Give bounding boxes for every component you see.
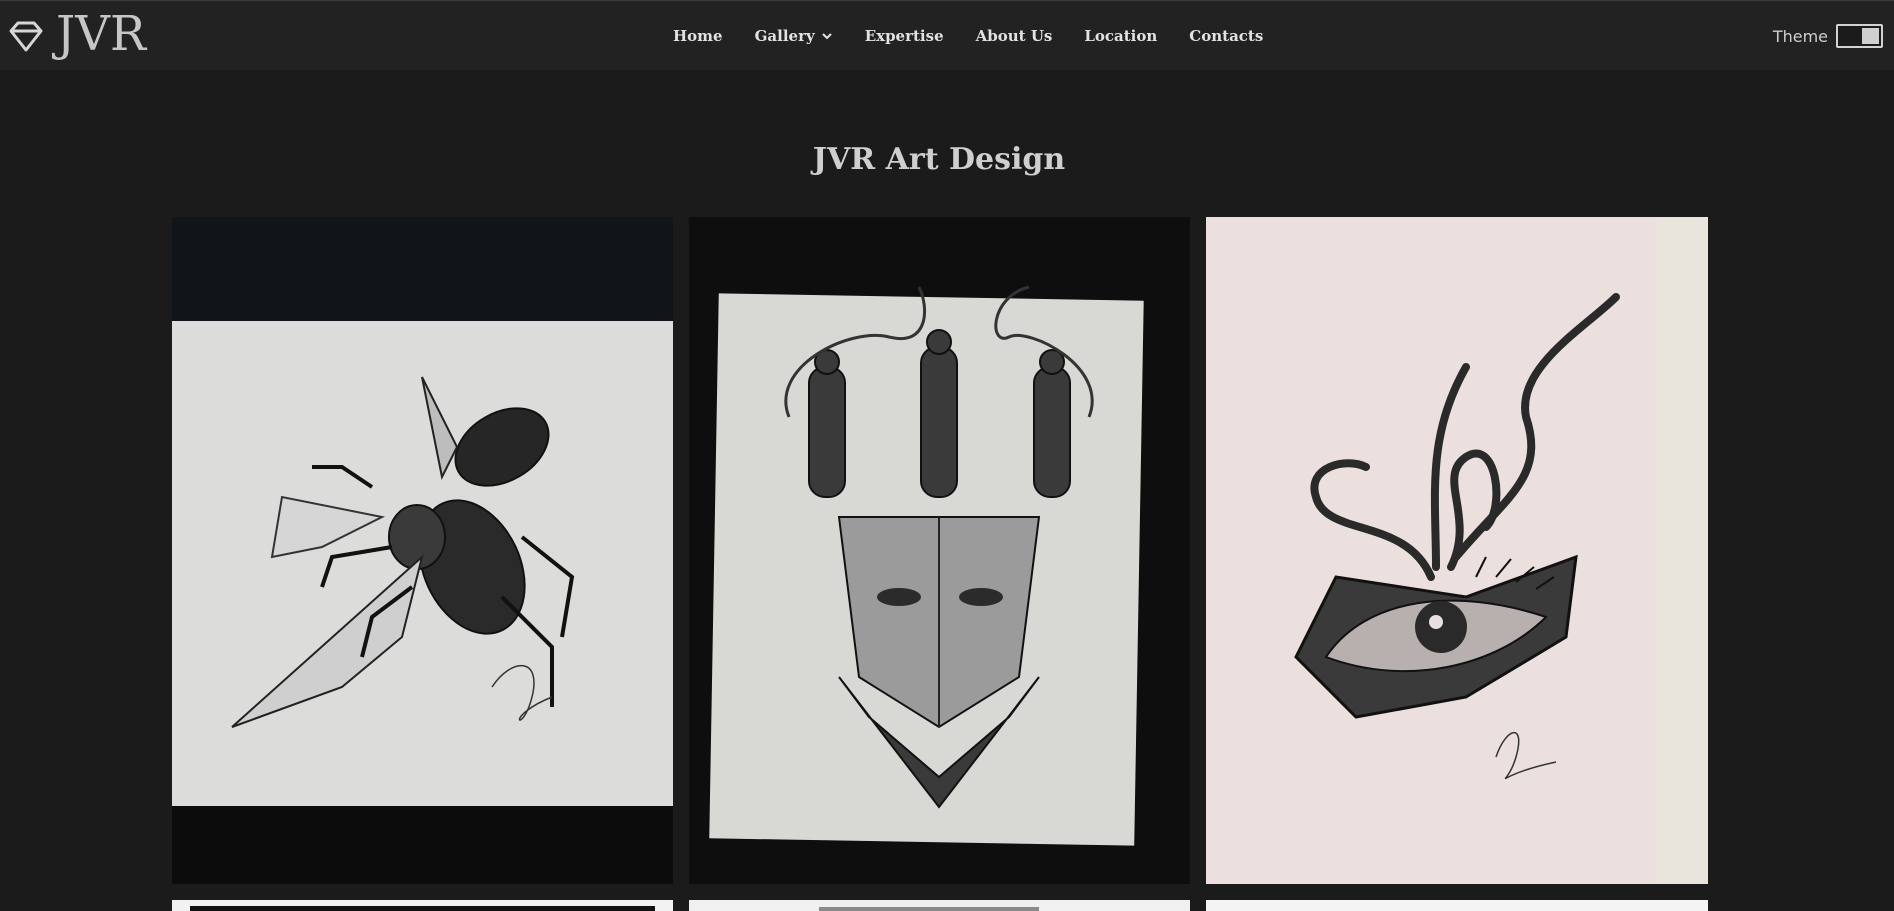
nav-location[interactable]: Location [1084,27,1157,45]
theme-switcher: Theme [1773,23,1883,49]
beetle-artwork-icon [172,217,673,884]
diamond-logo-icon [9,21,43,52]
top-navbar: JVR Home Gallery Expertise About Us Loca… [0,0,1894,70]
nav-about-us[interactable]: About Us [976,27,1053,45]
gallery-item-crowned-face[interactable] [689,217,1190,884]
eye-flame-artwork-icon [1206,217,1708,884]
gallery-item-beetle[interactable] [172,217,673,884]
page-title: JVR Art Design [812,142,1066,177]
gallery-item-eye-flame[interactable] [1206,217,1708,884]
artwork-icon [689,900,1190,911]
theme-label: Theme [1772,26,1828,46]
nav-home[interactable]: Home [673,27,723,45]
toggle-knob [1862,28,1879,44]
brand-logo-link[interactable]: JVR [8,9,146,63]
nav-expertise[interactable]: Expertise [865,27,944,45]
brand-name: JVR [56,6,147,62]
main-nav: Home Gallery Expertise About Us Location… [673,23,1263,49]
chevron-down-icon [821,33,832,40]
nav-contacts[interactable]: Contacts [1189,27,1263,45]
nav-expertise-label: Expertise [864,27,944,45]
nav-home-label: Home [673,27,723,45]
artwork-icon [1206,900,1708,911]
nav-gallery[interactable]: Gallery [755,27,833,45]
nav-contacts-label: Contacts [1189,27,1264,45]
gallery-item-6[interactable] [1206,900,1708,911]
crowned-face-artwork-icon [689,217,1190,884]
nav-gallery-label: Gallery [754,27,815,45]
gallery-item-5[interactable] [689,900,1190,911]
theme-toggle[interactable] [1836,24,1883,48]
nav-about-us-label: About Us [975,27,1053,45]
gallery-item-4[interactable] [172,900,673,911]
artwork-icon [172,900,673,911]
nav-location-label: Location [1084,27,1158,45]
